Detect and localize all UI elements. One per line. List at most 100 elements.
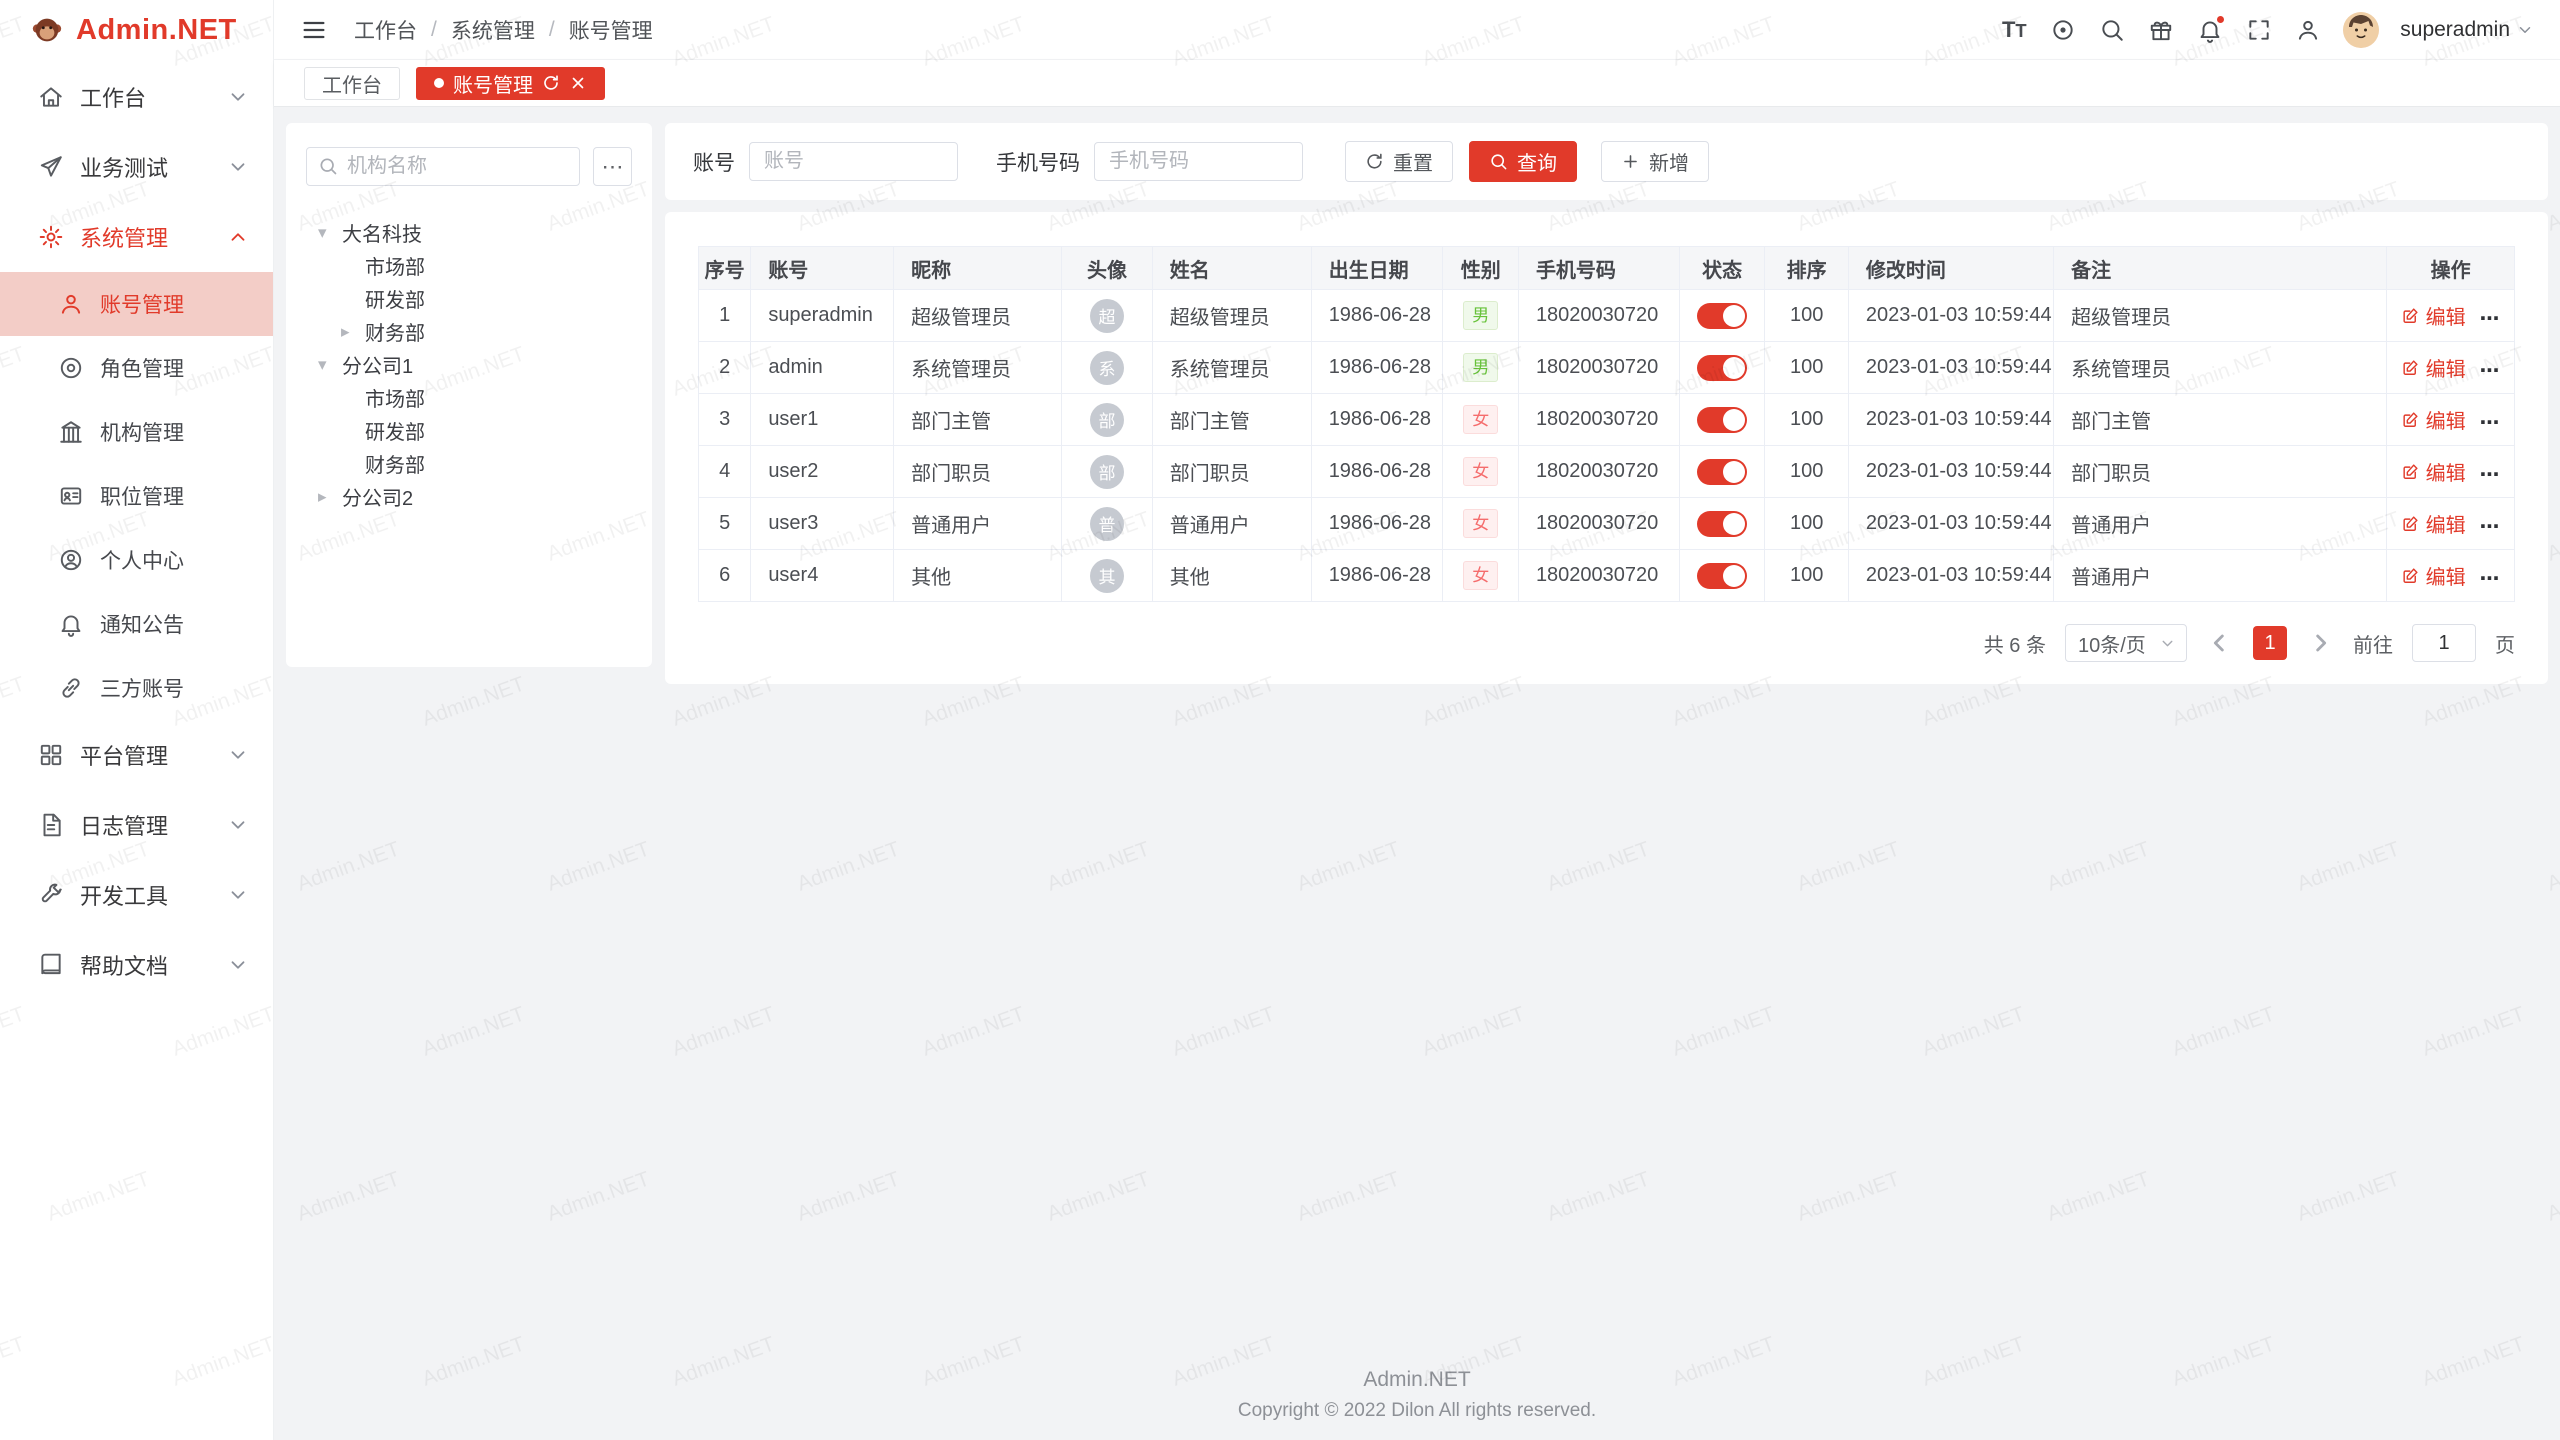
query-button[interactable]: 查询 bbox=[1469, 141, 1577, 182]
tree-node[interactable]: ▾大名科技 bbox=[306, 216, 632, 249]
tab-account-management[interactable]: 账号管理 bbox=[416, 67, 605, 100]
more-actions-button[interactable]: ⋯ bbox=[2480, 516, 2501, 538]
add-label: 新增 bbox=[1649, 147, 1689, 176]
close-icon[interactable] bbox=[569, 74, 587, 92]
sidebar-item-label: 帮助文档 bbox=[80, 949, 227, 981]
more-actions-button[interactable]: ⋯ bbox=[2480, 308, 2501, 330]
fullscreen-icon[interactable] bbox=[2245, 16, 2273, 44]
goto-page-input[interactable] bbox=[2412, 624, 2476, 662]
sidebar-item-log-management[interactable]: 日志管理 bbox=[0, 790, 273, 860]
edit-button[interactable]: 编辑 bbox=[2401, 509, 2466, 538]
tree-node[interactable]: 财务部 bbox=[306, 447, 632, 480]
edit-button[interactable]: 编辑 bbox=[2401, 353, 2466, 382]
reset-button[interactable]: 重置 bbox=[1345, 141, 1453, 182]
tree-node[interactable]: 市场部 bbox=[306, 249, 632, 282]
cell-phone: 18020030720 bbox=[1518, 550, 1679, 602]
tree-caret-closed-icon[interactable]: ▸ bbox=[341, 322, 365, 342]
add-button[interactable]: 新增 bbox=[1601, 141, 1709, 182]
footer: Admin.NET Copyright © 2022 Dilon All rig… bbox=[286, 1348, 2548, 1440]
toggle-knob bbox=[1723, 305, 1745, 327]
tab-workbench[interactable]: 工作台 bbox=[304, 67, 400, 100]
refresh-icon[interactable] bbox=[542, 74, 560, 92]
page-size-select[interactable]: 10条/页 bbox=[2065, 624, 2187, 662]
user-icon[interactable] bbox=[2294, 16, 2322, 44]
bell-icon[interactable] bbox=[2196, 16, 2224, 44]
menu-collapse-icon[interactable] bbox=[300, 16, 328, 44]
edit-button[interactable]: 编辑 bbox=[2401, 457, 2466, 486]
cell-remark: 普通用户 bbox=[2054, 498, 2387, 550]
theme-icon[interactable] bbox=[2147, 16, 2175, 44]
status-toggle[interactable] bbox=[1697, 303, 1747, 329]
status-toggle[interactable] bbox=[1697, 511, 1747, 537]
sidebar-item-role-management[interactable]: 角色管理 bbox=[0, 336, 273, 400]
tree-node[interactable]: ▾分公司1 bbox=[306, 348, 632, 381]
toggle-knob bbox=[1723, 409, 1745, 431]
phone-input[interactable] bbox=[1094, 142, 1303, 181]
edit-button[interactable]: 编辑 bbox=[2401, 301, 2466, 330]
org-search-input[interactable] bbox=[306, 147, 580, 186]
more-actions-button[interactable]: ⋯ bbox=[2480, 360, 2501, 382]
user-menu[interactable]: superadmin bbox=[2400, 18, 2534, 42]
status-toggle[interactable] bbox=[1697, 563, 1747, 589]
edit-button[interactable]: 编辑 bbox=[2401, 405, 2466, 434]
tree-node[interactable]: 市场部 bbox=[306, 381, 632, 414]
refresh-icon bbox=[1365, 152, 1384, 171]
avatar[interactable] bbox=[2343, 12, 2379, 48]
cell-avatar: 其 bbox=[1062, 550, 1153, 602]
tree-node[interactable]: ▸财务部 bbox=[306, 315, 632, 348]
prev-page-button[interactable] bbox=[2206, 629, 2234, 657]
org-more-button[interactable]: ⋯ bbox=[593, 147, 632, 186]
next-page-button[interactable] bbox=[2306, 629, 2334, 657]
cell-operations: 编辑 ⋯ bbox=[2387, 290, 2515, 342]
breadcrumb-item[interactable]: 工作台 bbox=[354, 15, 417, 45]
sidebar-item-personal-center[interactable]: 个人中心 bbox=[0, 528, 273, 592]
tree-caret-open-icon[interactable]: ▾ bbox=[318, 223, 342, 243]
app-logo[interactable]: Admin.NET bbox=[0, 0, 273, 60]
gear-icon bbox=[38, 224, 64, 250]
cell-operations: 编辑 ⋯ bbox=[2387, 446, 2515, 498]
tree-node-label: 财务部 bbox=[365, 449, 425, 478]
cell-avatar: 部 bbox=[1062, 446, 1153, 498]
cell-modified-time: 2023-01-03 10:59:44 bbox=[1848, 446, 2053, 498]
sidebar-item-workbench[interactable]: 工作台 bbox=[0, 62, 273, 132]
cell-nickname: 其他 bbox=[894, 550, 1062, 602]
status-toggle[interactable] bbox=[1697, 459, 1747, 485]
account-input[interactable] bbox=[749, 142, 958, 181]
more-actions-button[interactable]: ⋯ bbox=[2480, 568, 2501, 590]
sidebar-item-notice-announcement[interactable]: 通知公告 bbox=[0, 592, 273, 656]
more-actions-button[interactable]: ⋯ bbox=[2480, 464, 2501, 486]
font-size-icon[interactable]: TT bbox=[2000, 16, 2028, 44]
sidebar-item-account-management[interactable]: 账号管理 bbox=[0, 272, 273, 336]
toggle-knob bbox=[1723, 357, 1745, 379]
chevron-down-icon bbox=[227, 744, 249, 766]
sidebar-item-help-docs[interactable]: 帮助文档 bbox=[0, 930, 273, 1000]
tree-node[interactable]: 研发部 bbox=[306, 282, 632, 315]
sidebar-item-third-party-account[interactable]: 三方账号 bbox=[0, 656, 273, 720]
table-row: 3user1部门主管部部门主管1986-06-28女18020030720100… bbox=[699, 394, 2515, 446]
sidebar-item-platform-management[interactable]: 平台管理 bbox=[0, 720, 273, 790]
status-toggle[interactable] bbox=[1697, 355, 1747, 381]
edit-button[interactable]: 编辑 bbox=[2401, 561, 2466, 590]
edit-label: 编辑 bbox=[2426, 509, 2466, 538]
cell-avatar: 系 bbox=[1062, 342, 1153, 394]
breadcrumb-item[interactable]: 系统管理 bbox=[451, 15, 535, 45]
sidebar-item-org-management[interactable]: 机构管理 bbox=[0, 400, 273, 464]
search-icon[interactable] bbox=[2098, 16, 2126, 44]
tree-caret-open-icon[interactable]: ▾ bbox=[318, 355, 342, 375]
cell-phone: 18020030720 bbox=[1518, 498, 1679, 550]
sidebar-item-business-test[interactable]: 业务测试 bbox=[0, 132, 273, 202]
status-toggle[interactable] bbox=[1697, 407, 1747, 433]
org-tree-panel: ⋯ ▾大名科技市场部研发部▸财务部▾分公司1市场部研发部财务部▸分公司2 bbox=[286, 123, 652, 667]
locate-icon[interactable] bbox=[2049, 16, 2077, 44]
table-row: 1superadmin超级管理员超超级管理员1986-06-28男1802003… bbox=[699, 290, 2515, 342]
more-actions-button[interactable]: ⋯ bbox=[2480, 412, 2501, 434]
sidebar-item-system-management[interactable]: 系统管理 bbox=[0, 202, 273, 272]
column-header: 手机号码 bbox=[1518, 247, 1679, 290]
tree-node[interactable]: 研发部 bbox=[306, 414, 632, 447]
sidebar-item-position-management[interactable]: 职位管理 bbox=[0, 464, 273, 528]
tree-caret-closed-icon[interactable]: ▸ bbox=[318, 487, 342, 507]
main-column: 工作台 / 系统管理 / 账号管理 TT bbox=[274, 0, 2560, 1440]
sidebar-item-dev-tools[interactable]: 开发工具 bbox=[0, 860, 273, 930]
tree-node[interactable]: ▸分公司2 bbox=[306, 480, 632, 513]
page-number-button[interactable]: 1 bbox=[2253, 626, 2287, 660]
